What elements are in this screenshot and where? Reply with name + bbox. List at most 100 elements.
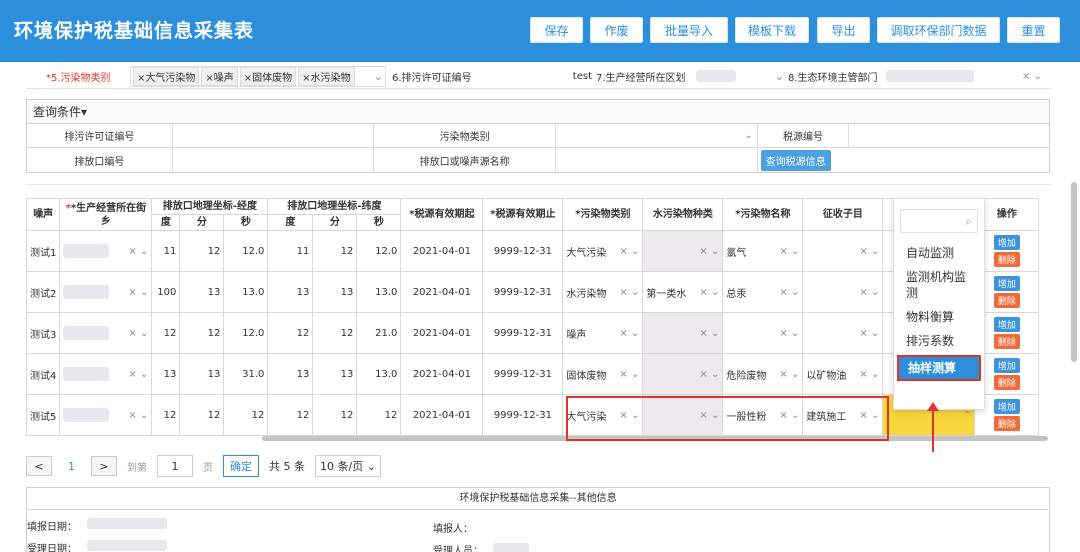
batch-import-button[interactable]: 批量导入 <box>650 17 728 43</box>
next-page-button[interactable]: > <box>91 456 117 476</box>
void-button[interactable]: 作废 <box>590 17 643 43</box>
lng-min-cell[interactable]: 13 <box>179 353 225 395</box>
dropdown-search-input[interactable]: ⌕ <box>900 209 978 233</box>
lng-sec-cell[interactable]: 12.0 <box>223 230 269 272</box>
clear-chevron-icon[interactable]: × ⌄ <box>128 328 148 339</box>
end-date-cell[interactable]: 9999-12-31 <box>482 394 564 436</box>
export-button[interactable]: 导出 <box>817 17 870 43</box>
template-download-button[interactable]: 模板下载 <box>735 17 809 43</box>
clear-chevron-icon[interactable]: × ⌄ <box>859 369 879 380</box>
pollutant-type-select[interactable]: 水污染物 × ⌄ <box>562 271 644 313</box>
lng-min-cell[interactable]: 13 <box>179 271 225 313</box>
end-date-cell[interactable]: 9999-12-31 <box>482 271 564 313</box>
save-button[interactable]: 保存 <box>530 17 583 43</box>
lat-sec-cell[interactable]: 13.0 <box>356 353 402 395</box>
lat-sec-cell[interactable]: 13.0 <box>356 271 402 313</box>
chevron-up-icon[interactable]: ⌃ <box>963 410 971 421</box>
reset-button[interactable]: 重置 <box>1007 17 1060 43</box>
lat-deg-cell[interactable]: 11 <box>267 230 314 272</box>
lng-deg-cell[interactable]: 11 <box>151 230 181 272</box>
lat-deg-cell[interactable]: 12 <box>267 312 314 354</box>
clear-chevron-icon[interactable]: × ⌄ <box>779 369 799 380</box>
clear-chevron-icon[interactable]: × ⌄ <box>619 287 639 298</box>
start-date-cell[interactable]: 2021-04-01 <box>400 271 484 313</box>
water-type-select[interactable]: × ⌄ <box>642 353 724 395</box>
water-type-select[interactable]: 第一类水 × ⌄ <box>642 271 724 313</box>
permit-query-input[interactable] <box>173 124 375 147</box>
outlet-name-input[interactable] <box>556 148 758 172</box>
noise-cell[interactable]: 测试1 <box>26 230 61 272</box>
pollutant-name-select[interactable]: 氯气 × ⌄ <box>722 230 804 272</box>
water-type-select[interactable]: × ⌄ <box>642 230 724 272</box>
goto-confirm-button[interactable]: 确定 <box>223 455 259 477</box>
clear-chevron-icon[interactable]: × ⌄ <box>779 328 799 339</box>
add-row-button[interactable]: 增加 <box>993 317 1020 332</box>
add-row-button[interactable]: 增加 <box>993 276 1020 291</box>
add-row-button[interactable]: 增加 <box>993 358 1020 373</box>
street-select[interactable]: × ⌄ <box>59 353 153 395</box>
pollutant-name-select[interactable]: 总汞 × ⌄ <box>722 271 804 313</box>
clear-chevron-icon[interactable]: × ⌄ <box>859 246 879 257</box>
lng-deg-cell[interactable]: 13 <box>151 353 181 395</box>
lat-min-cell[interactable]: 13 <box>312 271 358 313</box>
lat-deg-cell[interactable]: 13 <box>267 353 314 395</box>
lng-sec-cell[interactable]: 12.0 <box>223 312 269 354</box>
clear-chevron-icon[interactable]: × ⌄ <box>128 410 148 421</box>
add-row-button[interactable]: 增加 <box>993 235 1020 250</box>
pollutant-name-select[interactable]: × ⌄ <box>722 312 804 354</box>
lat-sec-cell[interactable]: 21.0 <box>356 312 402 354</box>
clear-chevron-icon[interactable]: × ⌄ <box>779 410 799 421</box>
add-row-button[interactable]: 增加 <box>993 399 1020 414</box>
water-type-select[interactable]: × ⌄ <box>642 394 724 436</box>
current-page[interactable]: 1 <box>62 460 81 473</box>
fetch-env-data-button[interactable]: 调取环保部门数据 <box>877 17 1000 43</box>
pollutant-type-select[interactable]: 噪声 × ⌄ <box>562 312 644 354</box>
noise-cell[interactable]: 测试3 <box>26 312 61 354</box>
pollutant-query-select[interactable]: ⌄ <box>556 124 758 147</box>
lng-min-cell[interactable]: 12 <box>179 230 225 272</box>
lat-min-cell[interactable]: 12 <box>312 230 358 272</box>
chip-water[interactable]: ×水污染物 <box>298 66 355 86</box>
subject-select[interactable]: × ⌄ <box>802 312 884 354</box>
lng-sec-cell[interactable]: 31.0 <box>223 353 269 395</box>
pollutant-name-select[interactable]: 一般性粉 × ⌄ <box>722 394 804 436</box>
dropdown-option[interactable]: 自动监测 <box>894 241 984 265</box>
clear-icon[interactable]: × <box>1022 71 1030 82</box>
street-select[interactable]: × ⌄ <box>59 230 153 272</box>
lng-deg-cell[interactable]: 12 <box>151 312 181 354</box>
lat-deg-cell[interactable]: 12 <box>267 394 314 436</box>
street-select[interactable]: × ⌄ <box>59 394 153 436</box>
end-date-cell[interactable]: 9999-12-31 <box>482 230 564 272</box>
street-select[interactable]: × ⌄ <box>59 312 153 354</box>
tax-source-input[interactable] <box>849 124 1049 147</box>
lat-sec-cell[interactable]: 12.0 <box>356 230 402 272</box>
clear-chevron-icon[interactable]: × ⌄ <box>699 246 719 257</box>
pollutant-type-select[interactable]: 大气污染 × ⌄ <box>562 394 644 436</box>
lng-min-cell[interactable]: 12 <box>179 394 225 436</box>
subject-select[interactable]: 以矿物油 × ⌄ <box>802 353 884 395</box>
clear-chevron-icon[interactable]: × ⌄ <box>699 328 719 339</box>
lng-sec-cell[interactable]: 13.0 <box>223 271 269 313</box>
start-date-cell[interactable]: 2021-04-01 <box>400 394 484 436</box>
lat-min-cell[interactable]: 13 <box>312 353 358 395</box>
dropdown-option[interactable]: 排污系数 <box>894 329 984 353</box>
clear-chevron-icon[interactable]: × ⌄ <box>128 369 148 380</box>
clear-chevron-icon[interactable]: × ⌄ <box>128 287 148 298</box>
subject-select[interactable]: 建筑施工 × ⌄ <box>802 394 884 436</box>
start-date-cell[interactable]: 2021-04-01 <box>400 312 484 354</box>
street-select[interactable]: × ⌄ <box>59 271 153 313</box>
clear-chevron-icon[interactable]: × ⌄ <box>859 328 879 339</box>
lng-min-cell[interactable]: 12 <box>179 312 225 354</box>
clear-chevron-icon[interactable]: × ⌄ <box>619 410 639 421</box>
clear-chevron-icon[interactable]: × ⌄ <box>699 410 719 421</box>
delete-row-button[interactable]: 删除 <box>993 293 1020 308</box>
lat-min-cell[interactable]: 12 <box>312 394 358 436</box>
dropdown-option[interactable]: 抽样测算 <box>897 355 981 381</box>
lat-min-cell[interactable]: 12 <box>312 312 358 354</box>
clear-chevron-icon[interactable]: × ⌄ <box>779 287 799 298</box>
pollutant-type-select[interactable]: 大气污染 × ⌄ <box>562 230 644 272</box>
clear-chevron-icon[interactable]: × ⌄ <box>699 369 719 380</box>
lng-sec-cell[interactable]: 12 <box>223 394 269 436</box>
lng-deg-cell[interactable]: 12 <box>151 394 181 436</box>
horizontal-scrollbar[interactable] <box>262 436 1048 441</box>
